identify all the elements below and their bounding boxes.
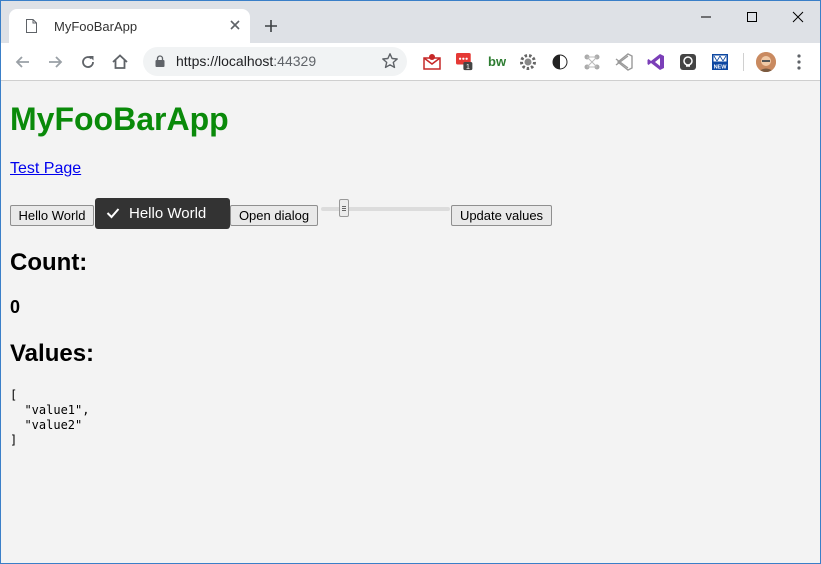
minimize-icon[interactable] xyxy=(696,7,716,27)
values-json: [ "value1", "value2" ] xyxy=(10,388,90,447)
hello-world-toggle-label: Hello World xyxy=(129,205,207,222)
tab-active[interactable]: MyFooBarApp xyxy=(9,9,250,43)
back-icon[interactable] xyxy=(13,52,33,72)
star-icon[interactable] xyxy=(381,52,399,70)
url-text: https://localhost:44329 xyxy=(176,53,316,69)
bw-icon[interactable]: bw xyxy=(488,53,506,71)
tab-title: MyFooBarApp xyxy=(54,19,138,34)
hello-world-toggle-button[interactable]: Hello World xyxy=(95,198,230,229)
url-port: :44329 xyxy=(273,53,317,69)
value-slider[interactable] xyxy=(321,199,450,221)
browser-window: MyFooBarApp https://localhost:44329 1 bw… xyxy=(0,0,821,564)
meetup-icon[interactable]: 1 xyxy=(456,53,474,71)
close-icon[interactable] xyxy=(227,17,243,33)
forward-icon[interactable] xyxy=(45,52,65,72)
app-title: MyFooBarApp xyxy=(10,101,229,137)
page-content: MyFooBarApp Test Page Hello World Hello … xyxy=(1,81,820,563)
address-bar[interactable]: https://localhost:44329 xyxy=(143,47,407,76)
maximize-icon[interactable] xyxy=(742,7,762,27)
avatar-image xyxy=(756,52,776,72)
home-icon[interactable] xyxy=(110,52,130,72)
network-icon[interactable] xyxy=(583,53,601,71)
vscode-icon[interactable] xyxy=(615,53,633,71)
check-icon xyxy=(106,208,120,219)
contrast-icon[interactable] xyxy=(551,53,569,71)
lightbulb-icon[interactable] xyxy=(679,53,697,71)
tab-strip: MyFooBarApp xyxy=(1,1,820,43)
hello-world-button[interactable]: Hello World xyxy=(10,205,94,226)
open-dialog-button[interactable]: Open dialog xyxy=(230,205,318,226)
plus-icon[interactable] xyxy=(263,18,279,34)
toolbar-divider xyxy=(743,53,744,71)
menu-icon[interactable] xyxy=(794,53,804,71)
browser-toolbar: https://localhost:44329 1 bw NEW xyxy=(1,43,820,81)
new-icon[interactable]: NEW xyxy=(711,53,729,71)
test-page-link[interactable]: Test Page xyxy=(10,160,81,178)
svg-text:bw: bw xyxy=(488,54,506,69)
extension-badge: 1 xyxy=(466,62,470,71)
values-heading: Values: xyxy=(10,340,95,367)
avatar[interactable] xyxy=(756,52,776,72)
reload-icon[interactable] xyxy=(78,52,98,72)
url-host: https://localhost xyxy=(176,53,274,69)
mail-icon[interactable] xyxy=(423,53,441,71)
gear-icon[interactable] xyxy=(519,53,537,71)
close-window-icon[interactable] xyxy=(788,7,808,27)
count-value: 0 xyxy=(10,297,21,317)
slider-handle[interactable] xyxy=(339,199,349,217)
visualstudio-icon[interactable] xyxy=(647,53,665,71)
update-values-button[interactable]: Update values xyxy=(451,205,552,226)
svg-text:NEW: NEW xyxy=(714,65,728,71)
lock-icon[interactable] xyxy=(155,55,165,67)
page-icon xyxy=(26,19,37,33)
count-heading: Count: xyxy=(10,249,88,276)
